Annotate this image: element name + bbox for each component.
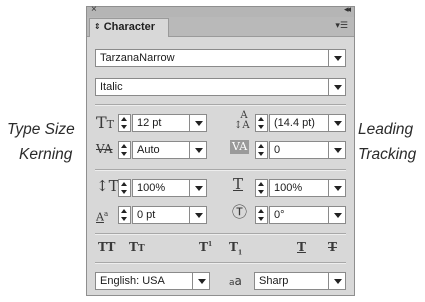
divider: [95, 104, 346, 106]
type-size-callout: Type Size: [7, 121, 75, 138]
underline-icon[interactable]: T: [297, 240, 306, 254]
close-icon[interactable]: ×: [91, 4, 97, 15]
panel-titlebar: × ◂◂: [87, 4, 354, 17]
chevron-down-icon[interactable]: [328, 180, 345, 196]
tab-expand-icon: ⇕: [94, 22, 101, 31]
font-size-stepper[interactable]: [118, 114, 131, 132]
tracking-callout: Tracking: [358, 146, 417, 163]
font-style-dropdown[interactable]: Italic: [95, 78, 346, 96]
leading-field[interactable]: (14.4 pt): [269, 114, 346, 132]
chevron-down-icon[interactable]: [328, 142, 345, 158]
font-size-value: 12 pt: [137, 117, 162, 129]
all-caps-icon[interactable]: TT: [98, 240, 115, 254]
chevron-down-icon[interactable]: [189, 207, 206, 223]
baseline-shift-icon: Aa: [96, 210, 109, 224]
tracking-field[interactable]: 0: [269, 141, 346, 159]
font-style-value: Italic: [100, 81, 123, 93]
leading-icon: A ↕A: [234, 110, 250, 131]
subscript-icon[interactable]: T1: [229, 240, 242, 256]
chevron-down-icon[interactable]: [189, 115, 206, 131]
vertical-scale-icon: ↕T: [96, 177, 119, 195]
chevron-down-icon[interactable]: [189, 142, 206, 158]
language-value: English: USA: [100, 275, 165, 287]
chevron-down-icon[interactable]: [328, 115, 345, 131]
font-size-icon: TT: [96, 113, 115, 132]
divider: [95, 233, 346, 235]
kerning-callout: Kerning: [19, 146, 73, 163]
rotation-stepper[interactable]: [255, 206, 268, 224]
tracking-value: 0: [274, 144, 281, 156]
leading-stepper[interactable]: [255, 114, 268, 132]
rotation-value: 0°: [274, 209, 285, 221]
baseline-shift-field[interactable]: 0 pt: [132, 206, 207, 224]
antialias-dropdown[interactable]: Sharp: [254, 272, 346, 290]
kerning-stepper[interactable]: [118, 141, 131, 159]
character-panel: × ◂◂ ⇕ Character ▾☰ TarzanaNarrow Italic …: [86, 4, 355, 296]
vertical-scale-field[interactable]: 100%: [132, 179, 207, 197]
leading-callout: Leading: [358, 121, 414, 138]
font-family-value: TarzanaNarrow: [100, 52, 175, 64]
kerning-value: Auto: [137, 144, 160, 156]
horizontal-scale-stepper[interactable]: [255, 179, 268, 197]
chevron-down-icon[interactable]: [328, 50, 345, 66]
divider: [95, 262, 346, 264]
vertical-scale-value: 100%: [137, 182, 166, 194]
collapse-icon[interactable]: ◂◂: [344, 4, 351, 15]
tracking-icon: VA: [230, 140, 250, 154]
antialias-value: Sharp: [259, 275, 289, 287]
baseline-shift-stepper[interactable]: [118, 206, 131, 224]
horizontal-scale-icon: T: [233, 175, 244, 193]
chevron-down-icon[interactable]: [192, 273, 209, 289]
strikethrough-icon[interactable]: T: [328, 240, 337, 254]
divider: [95, 169, 346, 171]
leading-value: (14.4 pt): [274, 117, 315, 129]
font-size-field[interactable]: 12 pt: [132, 114, 207, 132]
rotation-icon: Ⓣ: [232, 203, 248, 221]
panel-menu-icon[interactable]: ▾☰: [335, 20, 348, 31]
language-dropdown[interactable]: English: USA: [95, 272, 210, 290]
chevron-down-icon[interactable]: [189, 180, 206, 196]
baseline-shift-value: 0 pt: [137, 209, 156, 221]
tab-character[interactable]: ⇕ Character: [89, 18, 169, 37]
small-caps-icon[interactable]: TT: [129, 240, 145, 254]
chevron-down-icon[interactable]: [328, 273, 345, 289]
chevron-down-icon[interactable]: [328, 79, 345, 95]
panel-tabbar: ⇕ Character ▾☰: [87, 17, 354, 37]
superscript-icon[interactable]: T1: [199, 240, 212, 254]
horizontal-scale-value: 100%: [274, 182, 303, 194]
vertical-scale-stepper[interactable]: [118, 179, 131, 197]
font-family-dropdown[interactable]: TarzanaNarrow: [95, 49, 346, 67]
antialias-icon: aa: [229, 274, 242, 288]
chevron-down-icon[interactable]: [328, 207, 345, 223]
tab-label: Character: [103, 21, 156, 33]
kerning-field[interactable]: Auto: [132, 141, 207, 159]
tracking-stepper[interactable]: [255, 141, 268, 159]
horizontal-scale-field[interactable]: 100%: [269, 179, 346, 197]
rotation-field[interactable]: 0°: [269, 206, 346, 224]
kerning-icon: VA: [96, 142, 113, 156]
